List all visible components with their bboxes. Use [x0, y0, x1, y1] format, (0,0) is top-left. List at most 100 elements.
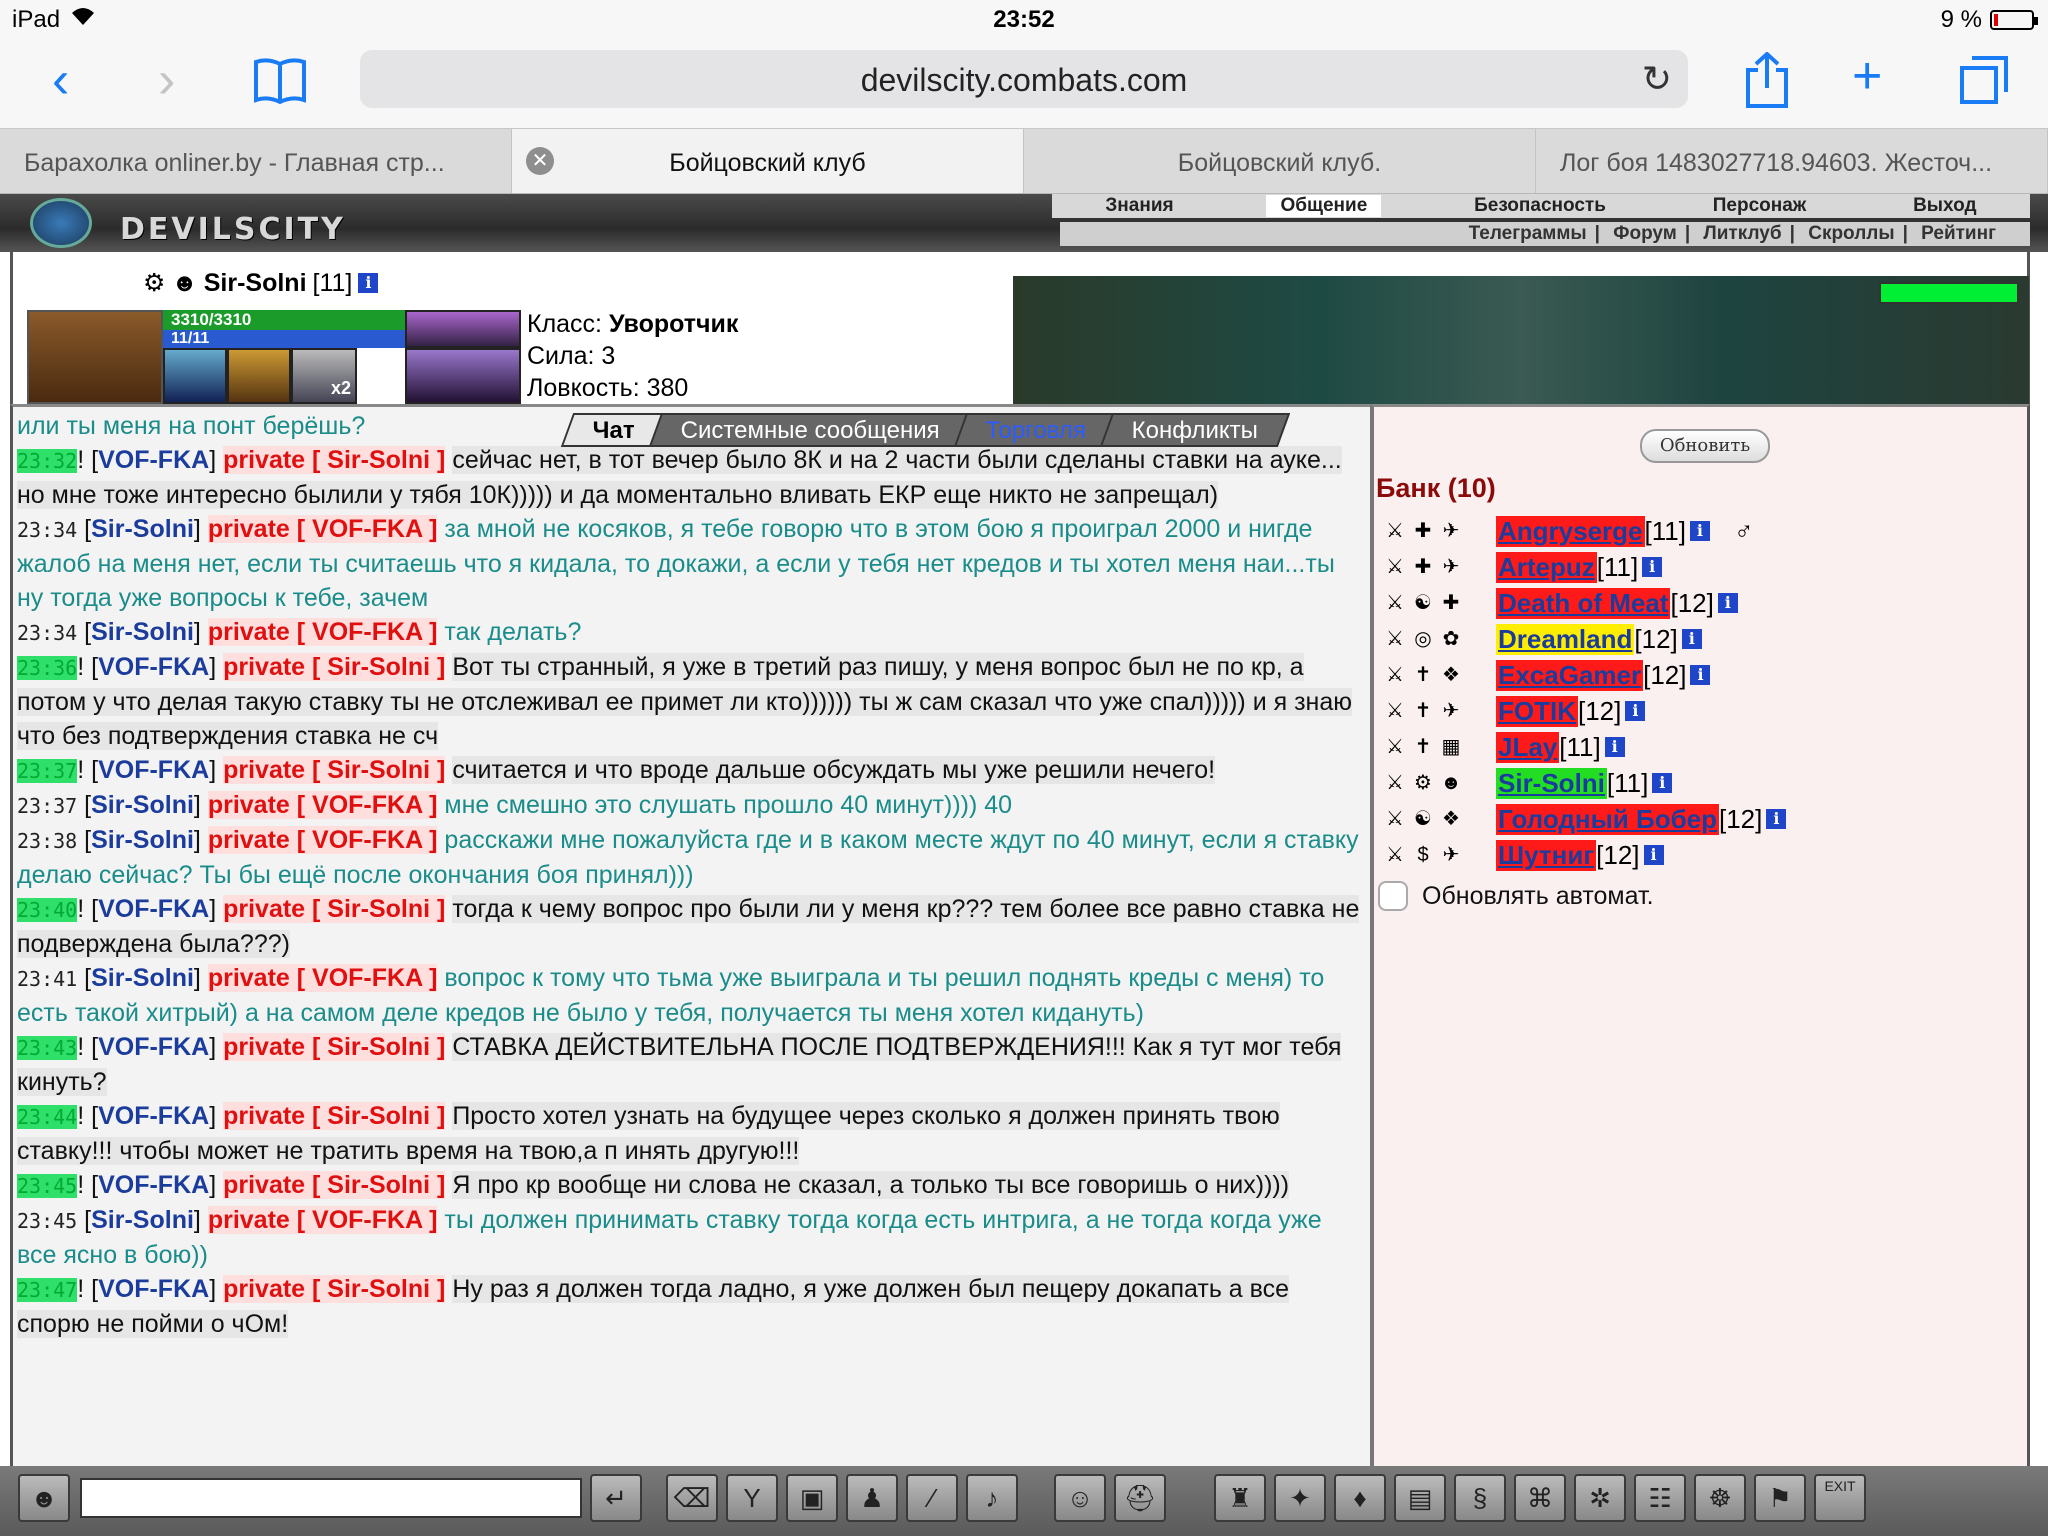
- private-marker[interactable]: private [ VOF-FKA ]: [207, 515, 438, 543]
- refresh-button[interactable]: Обновить: [1640, 429, 1770, 463]
- menu-exit[interactable]: Выход: [1899, 195, 1990, 217]
- rune-slot[interactable]: [163, 348, 227, 404]
- message-time[interactable]: 23:34: [17, 621, 77, 645]
- private-marker[interactable]: private [ Sir-Solni ]: [223, 446, 446, 474]
- location-image[interactable]: [1013, 276, 2029, 404]
- message-time[interactable]: 23:45: [17, 1174, 78, 1198]
- tab-combats-active[interactable]: ✕ Бойцовский клуб: [512, 129, 1024, 193]
- user-nick[interactable]: Death of Meat: [1496, 587, 1671, 619]
- message-author[interactable]: Sir-Solni: [91, 1206, 194, 1234]
- message-author[interactable]: VOF-FKA: [98, 1171, 209, 1199]
- info-icon[interactable]: i: [1717, 593, 1738, 613]
- message-time[interactable]: 23:41: [17, 967, 77, 991]
- avatar[interactable]: [27, 310, 163, 404]
- tab-trade[interactable]: Торговля: [953, 413, 1119, 447]
- menu-knowledge[interactable]: Знания: [1091, 195, 1187, 217]
- menu-security[interactable]: Безопасность: [1460, 195, 1620, 217]
- user-nick[interactable]: Dreamland: [1496, 623, 1635, 655]
- message-author[interactable]: VOF-FKA: [98, 446, 209, 474]
- add-friend-icon[interactable]: ♂: [1734, 516, 1754, 547]
- share-icon[interactable]: [1744, 51, 1790, 117]
- address-bar[interactable]: devilscity.combats.com ↻: [360, 50, 1688, 108]
- chat-head-icon[interactable]: ☻: [18, 1474, 70, 1522]
- message-author[interactable]: Sir-Solni: [91, 826, 194, 854]
- submenu-forum[interactable]: Форум: [1613, 223, 1677, 244]
- tabs-overview-icon[interactable]: [1958, 54, 2010, 113]
- tab-conflicts[interactable]: Конфликты: [1100, 413, 1291, 447]
- message-time[interactable]: 23:47: [17, 1278, 78, 1302]
- tab-combats-2[interactable]: Бойцовский клуб.: [1024, 129, 1536, 193]
- user-nick[interactable]: Голодный Бобер: [1496, 803, 1719, 835]
- private-marker[interactable]: private [ VOF-FKA ]: [207, 618, 438, 646]
- private-marker[interactable]: private [ Sir-Solni ]: [223, 1275, 446, 1303]
- menu-communication[interactable]: Общение: [1266, 195, 1382, 217]
- magic-icon[interactable]: ✦: [1274, 1474, 1326, 1522]
- menu-character[interactable]: Персонаж: [1699, 195, 1821, 217]
- user-nick[interactable]: Artepuz: [1496, 551, 1597, 583]
- message-time[interactable]: 23:40: [17, 898, 78, 922]
- auto-refresh-checkbox[interactable]: [1378, 881, 1408, 911]
- message-author[interactable]: VOF-FKA: [98, 895, 209, 923]
- exit-icon[interactable]: EXIT: [1814, 1474, 1866, 1522]
- tab-system-messages[interactable]: Системные сообщения: [648, 413, 973, 447]
- private-marker[interactable]: private [ VOF-FKA ]: [207, 826, 438, 854]
- info-icon[interactable]: i: [1681, 629, 1702, 649]
- private-marker[interactable]: private [ Sir-Solni ]: [223, 895, 446, 923]
- money-bag-icon[interactable]: ♦: [1334, 1474, 1386, 1522]
- private-marker[interactable]: private [ Sir-Solni ]: [223, 756, 446, 784]
- people-icon[interactable]: ☷: [1634, 1474, 1686, 1522]
- flag-icon[interactable]: ⚑: [1754, 1474, 1806, 1522]
- info-icon[interactable]: i: [358, 273, 379, 293]
- message-author[interactable]: Sir-Solni: [91, 964, 194, 992]
- message-time[interactable]: 23:37: [17, 794, 77, 818]
- item-slot[interactable]: [227, 348, 291, 404]
- chat-log[interactable]: или ты меня на понт берёшь? 23:32! [VOF-…: [17, 409, 1367, 1341]
- chat-input[interactable]: [80, 1478, 582, 1518]
- message-time[interactable]: 23:44: [17, 1105, 78, 1129]
- message-time[interactable]: 23:32: [17, 449, 78, 473]
- user-nick[interactable]: FOTIK: [1496, 695, 1578, 727]
- private-marker[interactable]: private [ VOF-FKA ]: [207, 1206, 438, 1234]
- amulet-slot[interactable]: [405, 310, 521, 348]
- user-nick[interactable]: Sir-Solni: [1496, 767, 1607, 799]
- smiley-icon[interactable]: ☺: [1054, 1474, 1106, 1522]
- message-author[interactable]: Sir-Solni: [91, 515, 194, 543]
- message-author[interactable]: VOF-FKA: [98, 653, 209, 681]
- message-time[interactable]: 23:34: [17, 518, 77, 542]
- message-time[interactable]: 23:38: [17, 829, 77, 853]
- info-icon[interactable]: i: [1766, 809, 1787, 829]
- info-icon[interactable]: i: [1642, 557, 1663, 577]
- message-author[interactable]: VOF-FKA: [98, 1102, 209, 1130]
- character-name[interactable]: Sir-Solni: [204, 269, 307, 298]
- settings-icon[interactable]: ✲: [1574, 1474, 1626, 1522]
- submenu-scrolls[interactable]: Скроллы: [1808, 223, 1894, 244]
- party-icon[interactable]: ☸: [1694, 1474, 1746, 1522]
- walk-icon[interactable]: ♟: [846, 1474, 898, 1522]
- message-author[interactable]: Sir-Solni: [91, 791, 194, 819]
- map-icon[interactable]: ⌘: [1514, 1474, 1566, 1522]
- chest-icon[interactable]: ▤: [1394, 1474, 1446, 1522]
- message-time[interactable]: 23:36: [17, 656, 78, 680]
- save-icon[interactable]: ▣: [786, 1474, 838, 1522]
- message-time[interactable]: 23:45: [17, 1209, 77, 1233]
- user-nick[interactable]: Шутниг: [1496, 839, 1597, 871]
- private-marker[interactable]: private [ Sir-Solni ]: [223, 653, 446, 681]
- ring-slot[interactable]: [405, 348, 521, 404]
- info-icon[interactable]: i: [1690, 665, 1711, 685]
- scroll-slot[interactable]: x2: [291, 348, 357, 404]
- game-logo[interactable]: DEVILSCITY: [10, 194, 343, 252]
- message-author[interactable]: Sir-Solni: [91, 618, 194, 646]
- private-marker[interactable]: private [ Sir-Solni ]: [223, 1033, 446, 1061]
- submenu-litclub[interactable]: Литклуб: [1703, 223, 1781, 244]
- private-marker[interactable]: private [ VOF-FKA ]: [207, 791, 438, 819]
- send-icon[interactable]: ↵: [590, 1474, 642, 1522]
- sound-icon[interactable]: ♪: [966, 1474, 1018, 1522]
- helmet-icon[interactable]: ⛑: [1114, 1474, 1166, 1522]
- user-nick[interactable]: ExcaGamer: [1496, 659, 1644, 691]
- private-marker[interactable]: private [ Sir-Solni ]: [223, 1102, 446, 1130]
- clear-icon[interactable]: ⌫: [666, 1474, 718, 1522]
- bookmarks-icon[interactable]: [252, 56, 308, 113]
- forward-icon[interactable]: ›: [158, 54, 175, 106]
- message-author[interactable]: VOF-FKA: [98, 1033, 209, 1061]
- message-author[interactable]: VOF-FKA: [98, 1275, 209, 1303]
